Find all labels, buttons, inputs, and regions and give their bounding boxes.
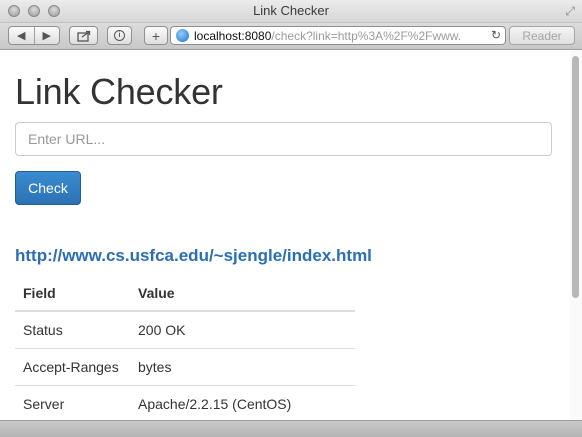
url-path: /check?link=http%3A%2F%2Fwww. bbox=[271, 28, 462, 43]
result-link[interactable]: http://www.cs.usfca.edu/~sjengle/index.h… bbox=[15, 246, 372, 266]
page-title: Link Checker bbox=[15, 71, 223, 112]
url-host: localhost:8080 bbox=[194, 28, 272, 43]
new-tab-button[interactable]: + bbox=[144, 26, 168, 45]
value-cell: Apache/2.2.15 (CentOS) bbox=[130, 385, 355, 420]
browser-toolbar: ◀ ▶ i + localhost:8080 /check?link=http%… bbox=[0, 23, 582, 50]
page-content: Link Checker Check http://www.cs.usfca.e… bbox=[0, 50, 570, 420]
table-row: Status 200 OK bbox=[15, 310, 355, 349]
share-button[interactable] bbox=[69, 26, 98, 45]
column-header-value: Value bbox=[130, 275, 355, 312]
window-title: Link Checker bbox=[253, 3, 329, 18]
reader-button[interactable]: Reader bbox=[509, 26, 575, 45]
back-button[interactable]: ◀ bbox=[9, 29, 34, 42]
title-bar: Link Checker ⤢ bbox=[0, 0, 582, 23]
table-header-row: Field Value bbox=[15, 275, 355, 312]
reload-icon[interactable]: ↻ bbox=[487, 28, 501, 42]
scrollbar-thumb[interactable] bbox=[572, 56, 579, 298]
globe-icon bbox=[176, 29, 189, 42]
value-cell: bytes bbox=[130, 348, 355, 386]
value-cell: 200 OK bbox=[130, 310, 355, 349]
reading-list-button[interactable]: i bbox=[107, 26, 132, 45]
headers-table: Field Value Status 200 OK Accept-Ranges … bbox=[15, 275, 355, 420]
vertical-scrollbar[interactable] bbox=[570, 50, 582, 420]
back-forward-buttons: ◀ ▶ bbox=[8, 26, 60, 45]
table-row: Server Apache/2.2.15 (CentOS) bbox=[15, 385, 355, 420]
window-bottom-bar bbox=[0, 420, 582, 437]
info-icon: i bbox=[114, 30, 125, 41]
address-bar[interactable]: localhost:8080 /check?link=http%3A%2F%2F… bbox=[170, 26, 506, 45]
field-cell: Server bbox=[15, 385, 130, 420]
forward-button[interactable]: ▶ bbox=[35, 29, 60, 42]
fullscreen-icon[interactable]: ⤢ bbox=[565, 4, 575, 19]
check-button[interactable]: Check bbox=[15, 171, 81, 205]
url-input[interactable] bbox=[15, 122, 552, 156]
share-icon bbox=[76, 30, 90, 42]
table-row: Accept-Ranges bytes bbox=[15, 348, 355, 386]
field-cell: Accept-Ranges bbox=[15, 348, 130, 386]
field-cell: Status bbox=[15, 310, 130, 349]
column-header-field: Field bbox=[15, 275, 130, 312]
